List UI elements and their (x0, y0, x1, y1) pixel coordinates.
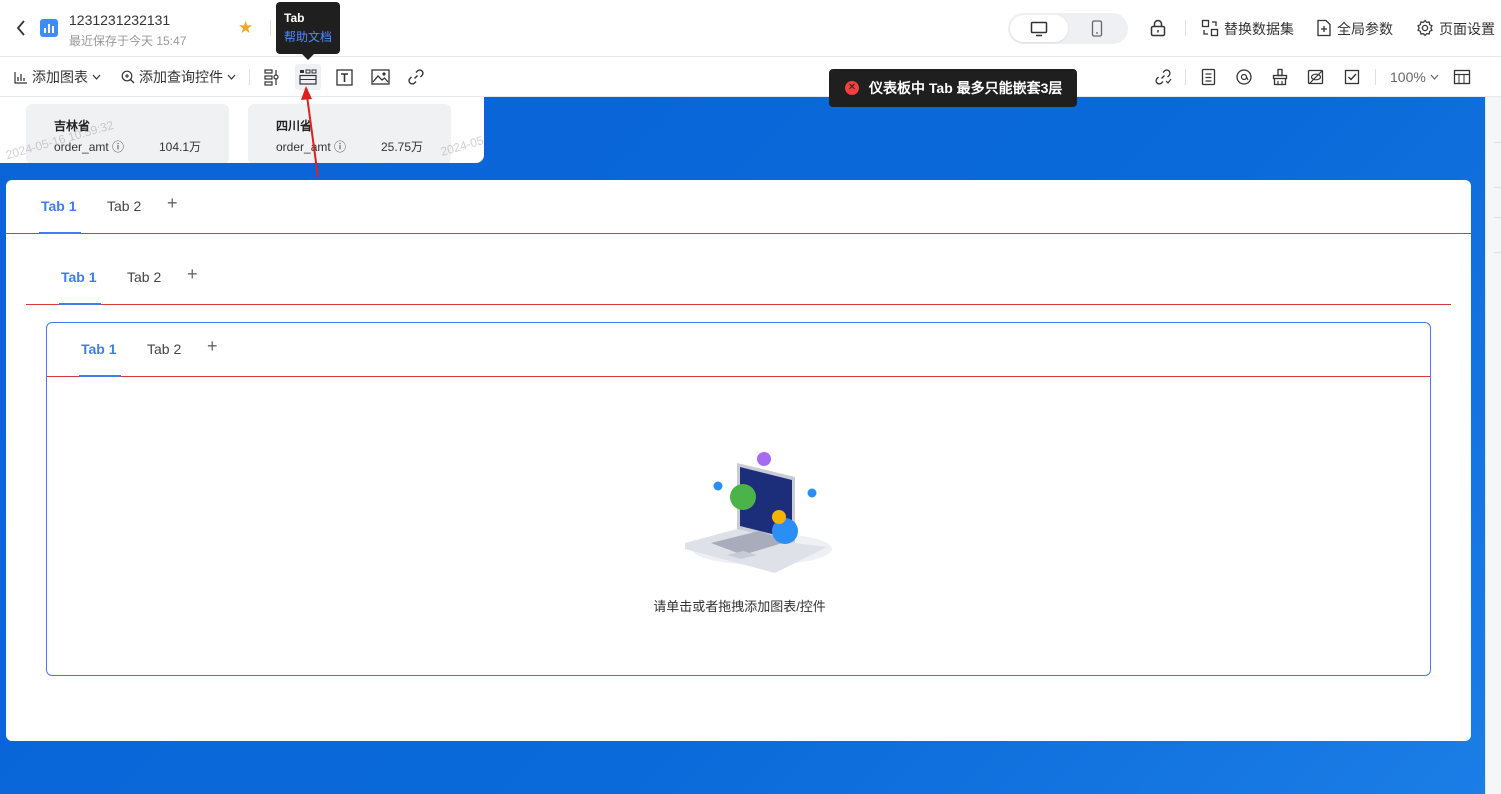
editor-toolbar: 添加图表 添加查询控件 100% (0, 57, 1501, 97)
kpi-value: 25.75万 (380, 140, 423, 154)
kpi-metric: order_amt ⓘ (276, 140, 347, 154)
hide-preview-icon[interactable] (1306, 67, 1326, 87)
search-icon (121, 70, 135, 84)
page-title: 1231231232131 (69, 12, 171, 28)
error-toast: ✕ 仪表板中 Tab 最多只能嵌套3层 (829, 69, 1077, 107)
params-icon (1316, 19, 1332, 40)
image-component-icon[interactable] (370, 67, 390, 87)
header-separator (1185, 20, 1186, 36)
laptop-illustration (685, 452, 832, 573)
report-icon[interactable] (1198, 67, 1218, 87)
header-bar: 1231231232131 最近保存于今天 15:47 ★ 替换数据集 全局参数… (0, 0, 1501, 57)
text-component-icon[interactable] (334, 67, 354, 87)
tab-1[interactable]: Tab 1 (41, 198, 77, 214)
toolbar-separator (249, 69, 250, 85)
chevron-down-icon (227, 74, 236, 80)
save-status: 最近保存于今天 15:47 (69, 34, 187, 48)
right-panel-edge (1485, 97, 1501, 794)
chevron-down-icon (92, 74, 101, 80)
tab-bar-level1: Tab 1 Tab 2 + (6, 180, 1471, 234)
dataset-icon (1201, 19, 1219, 40)
chart-icon (14, 71, 27, 84)
tab-container-level1: Tab 1 Tab 2 + Tab 1 Tab 2 + Tab 1 Tab 2 … (6, 180, 1471, 741)
tab-tooltip: Tab 帮助文档 (276, 2, 340, 60)
monitor-icon[interactable] (1010, 15, 1068, 42)
kpi-card-container: 吉林省 order_amt ⓘ 104.1万 四川省 order_amt ⓘ 2… (0, 97, 484, 163)
comment-icon[interactable] (1234, 67, 1254, 87)
zoom-select[interactable]: 100% (1390, 67, 1439, 87)
tab-bar-level3: Tab 1 Tab 2 + (47, 323, 1430, 377)
tooltip-title: Tab (284, 11, 305, 25)
toolbar-separator (1375, 69, 1376, 85)
toast-message: 仪表板中 Tab 最多只能嵌套3层 (869, 80, 1063, 96)
tab-container-level3: Tab 1 Tab 2 + 请单击或者拖拽添加图表/控件 (46, 322, 1431, 676)
phone-icon[interactable] (1068, 15, 1126, 42)
add-chart-button[interactable]: 添加图表 (14, 67, 101, 87)
star-icon[interactable]: ★ (238, 19, 253, 36)
link-component-icon[interactable] (406, 67, 426, 87)
brush-icon[interactable] (1270, 67, 1290, 87)
tooltip-arrow (302, 54, 314, 60)
tab-1[interactable]: Tab 1 (81, 341, 117, 357)
toolbar-separator (1185, 69, 1186, 85)
empty-state-text: 请单击或者拖拽添加图表/控件 (653, 599, 826, 614)
gear-icon (1416, 19, 1434, 40)
add-query-control-button[interactable]: 添加查询控件 (121, 67, 236, 87)
share-icon[interactable] (1153, 67, 1173, 87)
kpi-value: 104.1万 (158, 140, 201, 154)
back-icon[interactable] (12, 18, 30, 38)
tab-bar-level2: Tab 1 Tab 2 + (26, 251, 1451, 305)
active-tab-indicator (39, 232, 81, 234)
tab-2[interactable]: Tab 2 (107, 198, 141, 214)
tab-1[interactable]: Tab 1 (61, 269, 97, 285)
layout-grid-icon[interactable] (1452, 67, 1472, 87)
tab-2[interactable]: Tab 2 (147, 341, 181, 357)
add-chart-label: 添加图表 (32, 69, 88, 85)
filter-control-icon[interactable] (262, 67, 282, 87)
dashboard-canvas: 吉林省 order_amt ⓘ 104.1万 四川省 order_amt ⓘ 2… (0, 97, 1485, 794)
global-params-label: 全局参数 (1337, 21, 1393, 37)
kpi-card[interactable]: 四川省 order_amt ⓘ 25.75万 (248, 104, 451, 163)
device-switch (1008, 13, 1128, 44)
tab-2[interactable]: Tab 2 (127, 269, 161, 285)
bar-chart-icon (40, 19, 58, 37)
lock-icon[interactable] (1148, 18, 1168, 38)
kpi-province: 四川省 (276, 119, 313, 133)
tab-component-icon[interactable] (295, 64, 321, 90)
add-query-control-label: 添加查询控件 (139, 69, 223, 85)
chevron-down-icon (1430, 74, 1439, 80)
checkbox-icon[interactable] (1342, 67, 1362, 87)
page-settings-button[interactable]: 页面设置 (1416, 19, 1495, 39)
active-tab-indicator (59, 303, 101, 305)
header-divider (270, 20, 271, 36)
add-tab-button[interactable]: + (167, 194, 178, 212)
zoom-value: 100% (1390, 69, 1426, 85)
add-tab-button[interactable]: + (207, 337, 218, 355)
error-circle-icon: ✕ (845, 81, 859, 95)
replace-dataset-button[interactable]: 替换数据集 (1201, 19, 1294, 39)
help-doc-link[interactable]: 帮助文档 (284, 28, 332, 45)
global-params-button[interactable]: 全局参数 (1316, 19, 1393, 39)
add-tab-button[interactable]: + (187, 265, 198, 283)
page-settings-label: 页面设置 (1439, 21, 1495, 37)
active-tab-indicator (79, 375, 121, 377)
replace-dataset-label: 替换数据集 (1224, 21, 1294, 37)
